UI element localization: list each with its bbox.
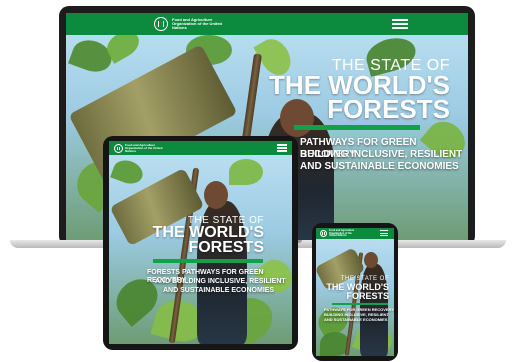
hamburger-menu-icon[interactable] (392, 19, 408, 31)
phone-screen: Food and Agriculture Organization of the… (316, 228, 394, 356)
subtitle-line-3: AND SUSTAINABLE ECONOMIES (163, 287, 275, 294)
tablet-screen: Food and Agriculture Organization of the… (109, 141, 292, 344)
title-line-2: THE WORLD'S (152, 224, 264, 241)
org-name: Food and Agriculture Organization of the… (125, 143, 163, 154)
subtitle-line-3: AND SUSTAINABLE ECONOMIES (324, 317, 388, 322)
subtitle-line-2: BUILDING INCLUSIVE, RESILIENT (300, 149, 463, 160)
fao-logo-icon[interactable] (154, 17, 168, 31)
org-name: Food and Agriculture Organization of the… (172, 17, 222, 31)
title-line-3: FORESTS (188, 239, 264, 256)
fao-logo-icon[interactable] (320, 230, 327, 237)
subtitle-line-2: AND BUILDING INCLUSIVE, RESILIENT (155, 278, 286, 285)
title-underline (332, 303, 388, 305)
subtitle-line-3: AND SUSTAINABLE ECONOMIES (300, 161, 459, 172)
hamburger-menu-icon[interactable] (277, 144, 287, 154)
title-line-3: FORESTS (346, 291, 389, 301)
title-line-3: FORESTS (327, 94, 450, 124)
fao-logo-icon[interactable] (114, 144, 123, 153)
title-underline (153, 259, 263, 263)
title-underline (294, 125, 420, 130)
hamburger-menu-icon[interactable] (380, 230, 388, 238)
org-name: Food and Agriculture Organization of the… (329, 229, 355, 238)
